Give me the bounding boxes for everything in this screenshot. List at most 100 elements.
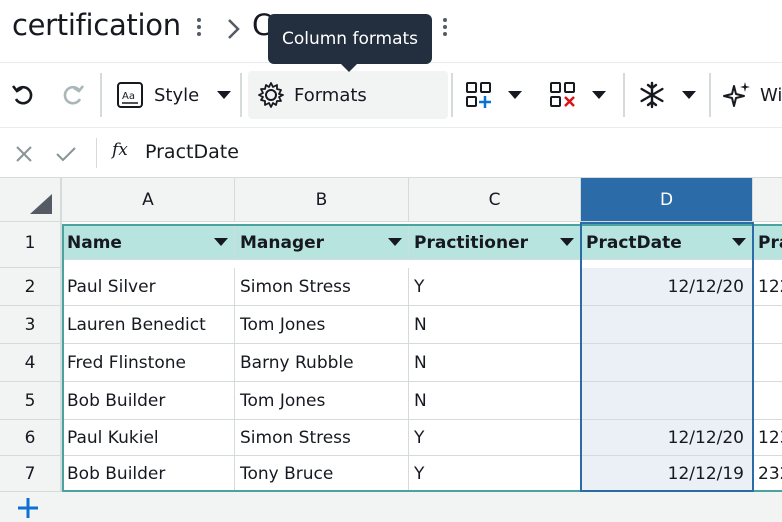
- freeze-button[interactable]: [638, 71, 696, 119]
- table-cell[interactable]: N: [409, 382, 581, 420]
- table-cell[interactable]: [581, 306, 753, 344]
- table-cell[interactable]: Tom Jones: [235, 306, 409, 344]
- filter-dropdown-icon[interactable]: [214, 238, 228, 246]
- freeze-icon: [640, 81, 664, 109]
- remove-column-button[interactable]: [548, 71, 606, 119]
- table-cell[interactable]: 12/12/20: [581, 420, 753, 456]
- table-cell[interactable]: Simon Stress: [235, 420, 409, 456]
- row-header-5[interactable]: 5: [0, 382, 62, 420]
- remove-column-icon: [550, 82, 575, 107]
- row-header-6[interactable]: 6: [0, 420, 62, 456]
- table-header-cell[interactable]: Practitioner: [409, 224, 581, 260]
- sheet-menu-icon[interactable]: [195, 18, 203, 38]
- table-cell[interactable]: [753, 382, 782, 420]
- table-header-label: Practitioner: [414, 233, 528, 253]
- table-cell[interactable]: 232: [753, 456, 782, 492]
- toolbar-divider: [709, 73, 711, 117]
- style-button[interactable]: Aa Style: [116, 71, 232, 119]
- column-header-b[interactable]: B: [235, 178, 409, 222]
- toolbar-divider: [100, 73, 102, 117]
- table-cell[interactable]: Y: [409, 268, 581, 306]
- table-cell[interactable]: 12/12/19: [581, 456, 753, 492]
- formula-input[interactable]: PractDate: [145, 141, 239, 163]
- sheet-title[interactable]: certification: [12, 8, 181, 42]
- table-cell[interactable]: [753, 344, 782, 382]
- tooltip-column-formats: Column formats: [268, 14, 432, 72]
- add-row-bar: [0, 492, 782, 522]
- chevron-down-icon: [217, 91, 232, 99]
- formula-bar: fx PractDate: [0, 128, 782, 178]
- spreadsheet-grid: A B C D 1 2 3 4 5 6 7 Name Manager Practitioner PractD…: [0, 178, 782, 522]
- row-header-4[interactable]: 4: [0, 344, 62, 382]
- add-column-button[interactable]: [464, 71, 522, 119]
- column-header-c[interactable]: C: [409, 178, 581, 222]
- table-header-cell[interactable]: Pra: [753, 224, 782, 260]
- sparkle-icon: [723, 82, 750, 107]
- table-cell[interactable]: N: [409, 344, 581, 382]
- svg-text:Aa: Aa: [122, 91, 135, 102]
- table-header-cell[interactable]: Manager: [235, 224, 409, 260]
- table-header-cell[interactable]: PractDate: [581, 224, 753, 260]
- table-header-cell[interactable]: Name: [62, 224, 235, 260]
- wizard-label: Wi: [760, 84, 782, 106]
- chevron-down-icon: [508, 91, 522, 99]
- row-header-7[interactable]: 7: [0, 456, 62, 492]
- add-icon[interactable]: [16, 496, 40, 520]
- row-header-3[interactable]: 3: [0, 306, 62, 344]
- redo-button[interactable]: [60, 71, 86, 119]
- table-cell[interactable]: 122: [753, 268, 782, 306]
- row-header-2[interactable]: 2: [0, 268, 62, 306]
- table-header-label: Manager: [240, 233, 325, 253]
- tab-menu-icon[interactable]: [441, 18, 449, 38]
- table-cell[interactable]: Paul Kukiel: [62, 420, 235, 456]
- table-cell[interactable]: N: [409, 306, 581, 344]
- table-cell[interactable]: Fred Flinstone: [62, 344, 235, 382]
- table-cell[interactable]: [581, 344, 753, 382]
- check-icon[interactable]: [55, 144, 77, 164]
- table-cell[interactable]: Bob Builder: [62, 382, 235, 420]
- table-cell[interactable]: Simon Stress: [235, 268, 409, 306]
- chevron-right-icon: [228, 19, 240, 39]
- title-bar: certification C Column formats: [0, 0, 782, 72]
- toolbar-divider: [451, 73, 453, 117]
- table-cell[interactable]: Y: [409, 420, 581, 456]
- gear-icon: [258, 82, 284, 108]
- table-cell[interactable]: Barny Rubble: [235, 344, 409, 382]
- column-header-a[interactable]: A: [62, 178, 235, 222]
- table-header-label: PractDate: [586, 233, 682, 253]
- table-cell[interactable]: Tom Jones: [235, 382, 409, 420]
- column-header-d[interactable]: D: [581, 178, 753, 222]
- undo-button[interactable]: [10, 71, 36, 119]
- add-column-icon: [466, 82, 491, 108]
- table-cell[interactable]: Tony Bruce: [235, 456, 409, 492]
- wizard-button[interactable]: Wi: [722, 71, 782, 119]
- filter-dropdown-icon[interactable]: [732, 238, 746, 246]
- table-cell[interactable]: Lauren Benedict: [62, 306, 235, 344]
- table-cell[interactable]: 12/12/20: [581, 268, 753, 306]
- select-all-corner[interactable]: [0, 178, 62, 222]
- row-header-1[interactable]: 1: [0, 222, 62, 268]
- close-icon[interactable]: [14, 144, 34, 164]
- formats-button[interactable]: Formats: [248, 71, 448, 119]
- fx-label: fx: [112, 140, 128, 160]
- formats-label: Formats: [294, 84, 367, 106]
- filter-dropdown-icon[interactable]: [560, 238, 574, 246]
- table-cell[interactable]: [753, 306, 782, 344]
- toolbar-divider: [240, 73, 242, 117]
- chevron-down-icon: [682, 91, 696, 99]
- formula-divider: [96, 138, 97, 168]
- table-cell[interactable]: [581, 382, 753, 420]
- table-cell[interactable]: Y: [409, 456, 581, 492]
- table-header-label: Name: [67, 233, 122, 253]
- table-header-label: Pra: [758, 233, 782, 253]
- table-cell[interactable]: Paul Silver: [62, 268, 235, 306]
- table-cell[interactable]: 123: [753, 420, 782, 456]
- undo-icon: [11, 85, 33, 105]
- style-icon: Aa: [117, 82, 143, 108]
- style-label: Style: [154, 84, 200, 106]
- filter-dropdown-icon[interactable]: [388, 238, 402, 246]
- table-cell[interactable]: Bob Builder: [62, 456, 235, 492]
- chevron-down-icon: [592, 91, 606, 99]
- column-header-partial[interactable]: [753, 178, 782, 222]
- toolbar: Aa Style Formats Wi: [0, 62, 782, 128]
